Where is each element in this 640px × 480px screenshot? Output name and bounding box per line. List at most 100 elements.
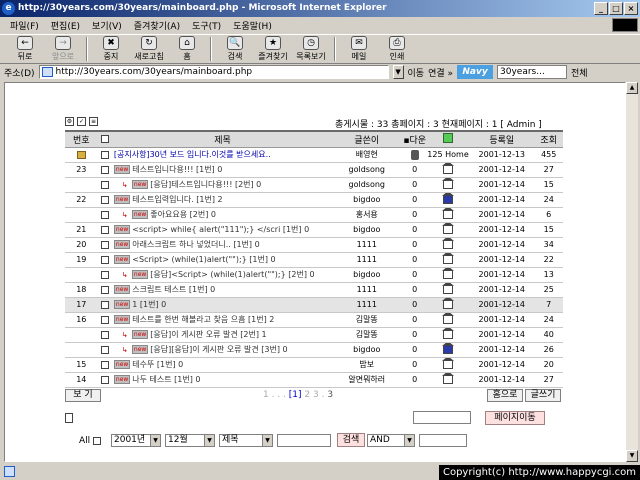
house-icon[interactable]: [442, 372, 455, 384]
table-row[interactable]: 18 new 스크립트 테스트 [1번] 0 1111 0 2001-12-14 25: [65, 282, 563, 298]
cell-check[interactable]: [97, 207, 112, 223]
house-icon[interactable]: [442, 207, 455, 219]
cell-home[interactable]: [426, 252, 470, 268]
post-title-link[interactable]: 1 [1번] 0: [132, 300, 166, 309]
post-title-link[interactable]: [응답]<Script> (while(1)alert("");} [2번] 0: [150, 270, 314, 279]
table-row[interactable]: 21 new <script> while{ alert("111");} </sc…: [65, 222, 563, 238]
cell-check[interactable]: [97, 177, 112, 193]
post-title-link[interactable]: 아래스크립트 하나 넣었더니.. [1번] 0: [132, 240, 259, 249]
cell-writer[interactable]: 1111: [331, 237, 403, 253]
cell-title[interactable]: ↳ new [응답]이 게시판 오류 발견 [2번] 1: [111, 327, 332, 343]
row-checkbox[interactable]: [100, 165, 109, 174]
table-row[interactable]: 17 new 1 [1번] 0 1111 0 2001-12-14 7: [65, 297, 563, 313]
house-icon[interactable]: [442, 162, 455, 174]
post-title-link[interactable]: 테스트입력입니다. [1번] 2: [132, 195, 222, 204]
cell-title[interactable]: new 아래스크립트 하나 넣었더니.. [1번] 0: [111, 237, 332, 253]
row-checkbox[interactable]: [100, 240, 109, 249]
menu-item[interactable]: 편집(E): [45, 19, 86, 32]
cell-check[interactable]: [97, 147, 112, 163]
menu-item[interactable]: 보기(V): [86, 19, 128, 32]
search-input[interactable]: [277, 434, 331, 447]
admin-icon[interactable]: ⚙: [65, 117, 74, 126]
toolbar-button[interactable]: 🔍 검색: [216, 36, 254, 62]
cell-title[interactable]: ↳ new [응답][응답]이 게시판 오류 발견 [3번] 0: [111, 342, 332, 358]
house-icon[interactable]: [442, 252, 455, 264]
post-title-link[interactable]: [공지사항]30년 보드 입니다.이것를 받으세요..: [114, 150, 271, 159]
home-button[interactable]: 홈으로: [487, 389, 523, 402]
cell-home[interactable]: [426, 222, 470, 238]
table-row[interactable]: ↳ new [응답]<Script> (while(1)alert("");} [2…: [65, 267, 563, 283]
search-input-2[interactable]: [419, 434, 467, 447]
cell-writer[interactable]: bigdoo: [331, 192, 403, 208]
menu-item[interactable]: 도움말(H): [227, 19, 278, 32]
row-checkbox[interactable]: [100, 360, 109, 369]
table-row[interactable]: 14 new 나두 테스트 [1번] 0 알면뭐하러 0 2001-12-14 27: [65, 372, 563, 388]
cell-title[interactable]: new 나두 테스트 [1번] 0: [111, 372, 332, 388]
row-checkbox[interactable]: [100, 315, 109, 324]
cell-check[interactable]: [97, 342, 112, 358]
house-icon[interactable]: [442, 267, 455, 279]
house-icon[interactable]: [442, 237, 455, 249]
vertical-scrollbar[interactable]: ▲ ▼: [626, 82, 638, 462]
row-checkbox[interactable]: [100, 285, 109, 294]
table-row[interactable]: ↳ new 좋아요요용 [2번] 0 홍서용 0 2001-12-14 6: [65, 207, 563, 223]
search-button[interactable]: 검색: [337, 433, 365, 447]
house-icon[interactable]: [442, 357, 455, 369]
cell-writer[interactable]: bigdoo: [331, 342, 403, 358]
cell-check[interactable]: [97, 282, 112, 298]
list-icon[interactable]: ≡: [89, 117, 98, 126]
view-button[interactable]: 보 기: [65, 389, 101, 402]
scroll-down-button[interactable]: ▼: [626, 450, 638, 462]
go-button[interactable]: 이동: [408, 66, 425, 79]
cell-title[interactable]: new 스크립트 테스트 [1번] 0: [111, 282, 332, 298]
cell-home[interactable]: [426, 162, 470, 178]
minimize-button[interactable]: _: [594, 2, 608, 15]
cell-home[interactable]: [426, 372, 470, 388]
page-next[interactable]: 3: [327, 390, 333, 400]
table-row[interactable]: [공지사항]30년 보드 입니다.이것를 받으세요.. 배영현 125 Home 20…: [65, 147, 563, 163]
header-check[interactable]: [97, 130, 112, 148]
toolbar-button[interactable]: ✖ 중지: [92, 36, 130, 62]
cell-check[interactable]: [97, 327, 112, 343]
cell-title[interactable]: [공지사항]30년 보드 입니다.이것를 받으세요..: [111, 147, 332, 163]
table-row[interactable]: 15 new 테수뚜 [1번] 0 밥보 0 2001-12-14 20: [65, 357, 563, 373]
cell-title[interactable]: new <Script> (while(1)alert("");} [1번] 0: [111, 252, 332, 268]
house-icon[interactable]: [442, 327, 455, 339]
house-icon[interactable]: [442, 192, 455, 204]
toolbar-button[interactable]: → 앞으로: [44, 36, 82, 62]
post-title-link[interactable]: <script> while{ alert("111");} </scri [1…: [132, 225, 309, 234]
cell-check[interactable]: [97, 312, 112, 328]
cell-check[interactable]: [97, 297, 112, 313]
year-select[interactable]: 2001년 ▼: [111, 434, 161, 447]
cell-home[interactable]: [426, 342, 470, 358]
cell-home[interactable]: 125 Home: [426, 147, 470, 163]
check-icon[interactable]: ✓: [77, 117, 86, 126]
select-all-checkbox[interactable]: [100, 134, 109, 143]
links-label[interactable]: 연결 »: [428, 66, 453, 79]
row-checkbox[interactable]: [100, 180, 109, 189]
cell-writer[interactable]: goldsong: [331, 162, 403, 178]
cell-check[interactable]: [97, 357, 112, 373]
post-title-link[interactable]: 스크립트 테스트 [1번] 0: [132, 285, 215, 294]
row-checkbox[interactable]: [100, 330, 109, 339]
cell-home[interactable]: [426, 297, 470, 313]
cell-title[interactable]: new 테스트입력입니다. [1번] 2: [111, 192, 332, 208]
page-others[interactable]: 2 3 .: [304, 390, 324, 400]
toolbar-button[interactable]: ↻ 새로고침: [130, 36, 168, 62]
cell-title[interactable]: new 테스트를 한번 해볼라고 찾음 으흠 [1번] 2: [111, 312, 332, 328]
post-title-link[interactable]: [응답][응답]이 게시판 오류 발견 [3번] 0: [150, 345, 287, 354]
post-title-link[interactable]: 나두 테스트 [1번] 0: [132, 375, 200, 384]
table-row[interactable]: 16 new 테스트를 한번 해볼라고 찾음 으흠 [1번] 2 김말똥 0 2001-1…: [65, 312, 563, 328]
cell-home[interactable]: [426, 312, 470, 328]
cell-writer[interactable]: 1111: [331, 297, 403, 313]
menu-item[interactable]: 파일(F): [4, 19, 45, 32]
cell-writer[interactable]: bigdoo: [331, 222, 403, 238]
post-title-link[interactable]: 테수뚜 [1번] 0: [132, 360, 183, 369]
page-move-button[interactable]: 페이지이동: [485, 411, 545, 425]
cell-home[interactable]: [426, 177, 470, 193]
home-link[interactable]: Home: [445, 150, 469, 159]
cell-home[interactable]: [426, 357, 470, 373]
row-checkbox[interactable]: [100, 375, 109, 384]
table-row[interactable]: 23 new 테스트입니다용!!! [1번] 0 goldsong 0 2001-12-1…: [65, 162, 563, 178]
cell-title[interactable]: new 테수뚜 [1번] 0: [111, 357, 332, 373]
